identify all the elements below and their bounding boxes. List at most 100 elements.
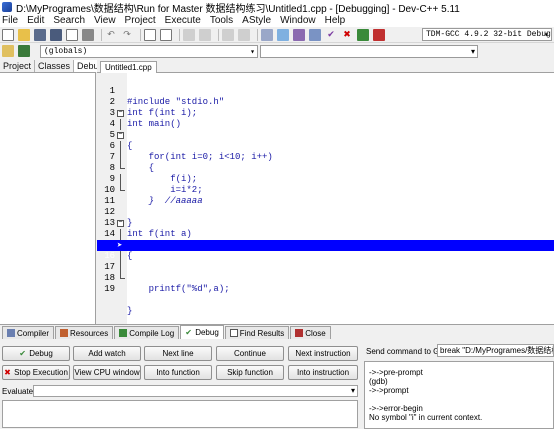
button-label: Into function bbox=[156, 368, 200, 377]
chart-icon[interactable] bbox=[357, 28, 369, 41]
left-panel-tabs: Project Classes Debug bbox=[0, 60, 108, 73]
toggle-bookmark-icon[interactable] bbox=[222, 28, 234, 41]
menu-file[interactable]: File bbox=[2, 15, 18, 26]
tab-debug-output[interactable]: ✔ Debug bbox=[180, 325, 224, 339]
function-select[interactable]: ▾ bbox=[260, 44, 478, 58]
button-label: Skip function bbox=[227, 368, 273, 377]
tab-label: Compiler bbox=[17, 328, 50, 338]
fold-line bbox=[120, 262, 121, 273]
code-line: 17 printf("%d",a); bbox=[97, 251, 554, 294]
compile-icon[interactable] bbox=[261, 28, 273, 41]
next-line-button[interactable]: Next line bbox=[144, 346, 212, 361]
menu-tools[interactable]: Tools bbox=[210, 15, 233, 26]
replace-icon[interactable] bbox=[160, 28, 172, 41]
stop-execution-button[interactable]: ✖ Stop Execution bbox=[2, 365, 70, 380]
unindent-icon[interactable] bbox=[199, 28, 211, 41]
toolbar-divider bbox=[140, 28, 141, 41]
chevron-down-icon: ▾ bbox=[350, 386, 355, 395]
fold-end bbox=[120, 273, 125, 279]
continue-button[interactable]: Continue bbox=[216, 346, 284, 361]
into-function-button[interactable]: Into function bbox=[144, 365, 212, 380]
save-icon[interactable] bbox=[34, 28, 46, 41]
scope-select[interactable]: (globals) ▾ bbox=[40, 44, 258, 58]
code-line: 3 int main() bbox=[97, 97, 554, 129]
fold-collapse-icon[interactable]: − bbox=[117, 110, 124, 117]
chevron-down-icon: ▾ bbox=[544, 31, 549, 40]
editor-tab-untitled1[interactable]: Untitled1.cpp bbox=[100, 61, 157, 73]
menu-view[interactable]: View bbox=[94, 15, 116, 26]
debug-icon[interactable] bbox=[373, 28, 385, 41]
code-line: 9 } //aaaaa bbox=[97, 163, 554, 206]
fold-collapse-icon[interactable]: − bbox=[117, 132, 124, 139]
tab-label: Close bbox=[305, 328, 326, 338]
menu-execute[interactable]: Execute bbox=[165, 15, 201, 26]
compiler-value: TDM-GCC 4.9.2 32-bit Debug bbox=[426, 30, 551, 39]
code-text: printf("%d",a); bbox=[127, 284, 230, 294]
toolbar-divider bbox=[179, 28, 180, 41]
class-browser-icon[interactable] bbox=[18, 45, 30, 57]
tab-compiler[interactable]: Compiler bbox=[2, 326, 55, 339]
save-all-icon[interactable] bbox=[50, 28, 62, 41]
menu-window[interactable]: Window bbox=[280, 15, 316, 26]
fold-line bbox=[120, 229, 121, 240]
goto-bookmark-icon[interactable] bbox=[238, 28, 250, 41]
fold-end bbox=[120, 163, 125, 169]
run-icon[interactable] bbox=[277, 28, 289, 41]
redo-icon[interactable]: ↷ bbox=[121, 29, 133, 41]
find-icon[interactable] bbox=[144, 28, 156, 41]
code-editor[interactable]: 1 #include "stdio.h" 2 int f(int i); 3 i… bbox=[97, 73, 554, 324]
view-cpu-window-button[interactable]: View CPU window bbox=[73, 365, 141, 380]
into-instruction-button[interactable]: Into instruction bbox=[288, 365, 358, 380]
debug-button[interactable]: ✔ Debug bbox=[2, 346, 70, 361]
evaluate-input[interactable]: ▾ bbox=[33, 385, 358, 397]
tab-find-results[interactable]: Find Results bbox=[224, 326, 290, 339]
new-file-icon[interactable] bbox=[2, 28, 14, 41]
code-line: 18 bbox=[97, 262, 554, 283]
editor-tab-strip: Untitled1.cpp bbox=[97, 60, 554, 73]
menu-search[interactable]: Search bbox=[53, 15, 85, 26]
skip-function-button[interactable]: Skip function bbox=[216, 365, 284, 380]
undo-icon[interactable]: ↶ bbox=[105, 29, 117, 41]
title-bar: D:\MyProgrames\数据结构\Run for Master 数据结构练… bbox=[0, 0, 554, 15]
rebuild-icon[interactable] bbox=[309, 28, 321, 41]
compiler-select[interactable]: TDM-GCC 4.9.2 32-bit Debug ▾ bbox=[422, 28, 552, 41]
close-icon bbox=[295, 329, 304, 337]
code-line: 13 int f(int a) bbox=[97, 207, 554, 239]
tab-resources[interactable]: Resources bbox=[55, 326, 114, 339]
code-line: 14 − { bbox=[97, 218, 554, 262]
tab-classes[interactable]: Classes bbox=[35, 60, 75, 72]
toolbar-divider bbox=[218, 28, 219, 41]
tab-label: Resources bbox=[70, 328, 109, 338]
button-label: Add watch bbox=[88, 349, 126, 358]
new-class-icon[interactable] bbox=[2, 45, 14, 57]
gdb-command-input[interactable]: break "D:/MyProgrames/数据结构/R bbox=[437, 344, 554, 357]
compile-run-icon[interactable] bbox=[293, 28, 305, 41]
resources-icon bbox=[60, 329, 69, 337]
syntax-check-icon[interactable]: ✔ bbox=[325, 29, 337, 41]
toolbar-divider bbox=[257, 28, 258, 41]
menu-edit[interactable]: Edit bbox=[27, 15, 44, 26]
add-watch-button[interactable]: Add watch bbox=[73, 346, 141, 361]
fold-collapse-icon[interactable]: − bbox=[117, 220, 124, 227]
tab-label: Debug bbox=[195, 328, 219, 337]
close-file-icon[interactable] bbox=[66, 28, 78, 41]
code-line: 12 bbox=[97, 196, 554, 217]
tab-project[interactable]: Project bbox=[0, 60, 36, 72]
menu-help[interactable]: Help bbox=[325, 15, 346, 26]
menu-astyle[interactable]: AStyle bbox=[242, 15, 271, 26]
next-instruction-button[interactable]: Next instruction bbox=[288, 346, 358, 361]
button-label: Next instruction bbox=[295, 349, 351, 358]
current-debug-line: 16 ➤ a++; bbox=[97, 240, 554, 283]
stop-icon[interactable]: ✖ bbox=[341, 29, 353, 41]
tab-close[interactable]: Close bbox=[290, 326, 331, 339]
tab-label: Compile Log bbox=[129, 328, 175, 338]
tab-compile-log[interactable]: Compile Log bbox=[114, 326, 180, 339]
indent-icon[interactable] bbox=[183, 28, 195, 41]
code-text: } bbox=[127, 306, 133, 316]
menu-project[interactable]: Project bbox=[125, 15, 156, 26]
button-label: View CPU window bbox=[74, 368, 140, 377]
open-folder-icon[interactable] bbox=[18, 28, 30, 41]
chart-icon bbox=[119, 329, 128, 337]
print-icon[interactable] bbox=[82, 28, 94, 41]
fold-line bbox=[120, 119, 121, 130]
